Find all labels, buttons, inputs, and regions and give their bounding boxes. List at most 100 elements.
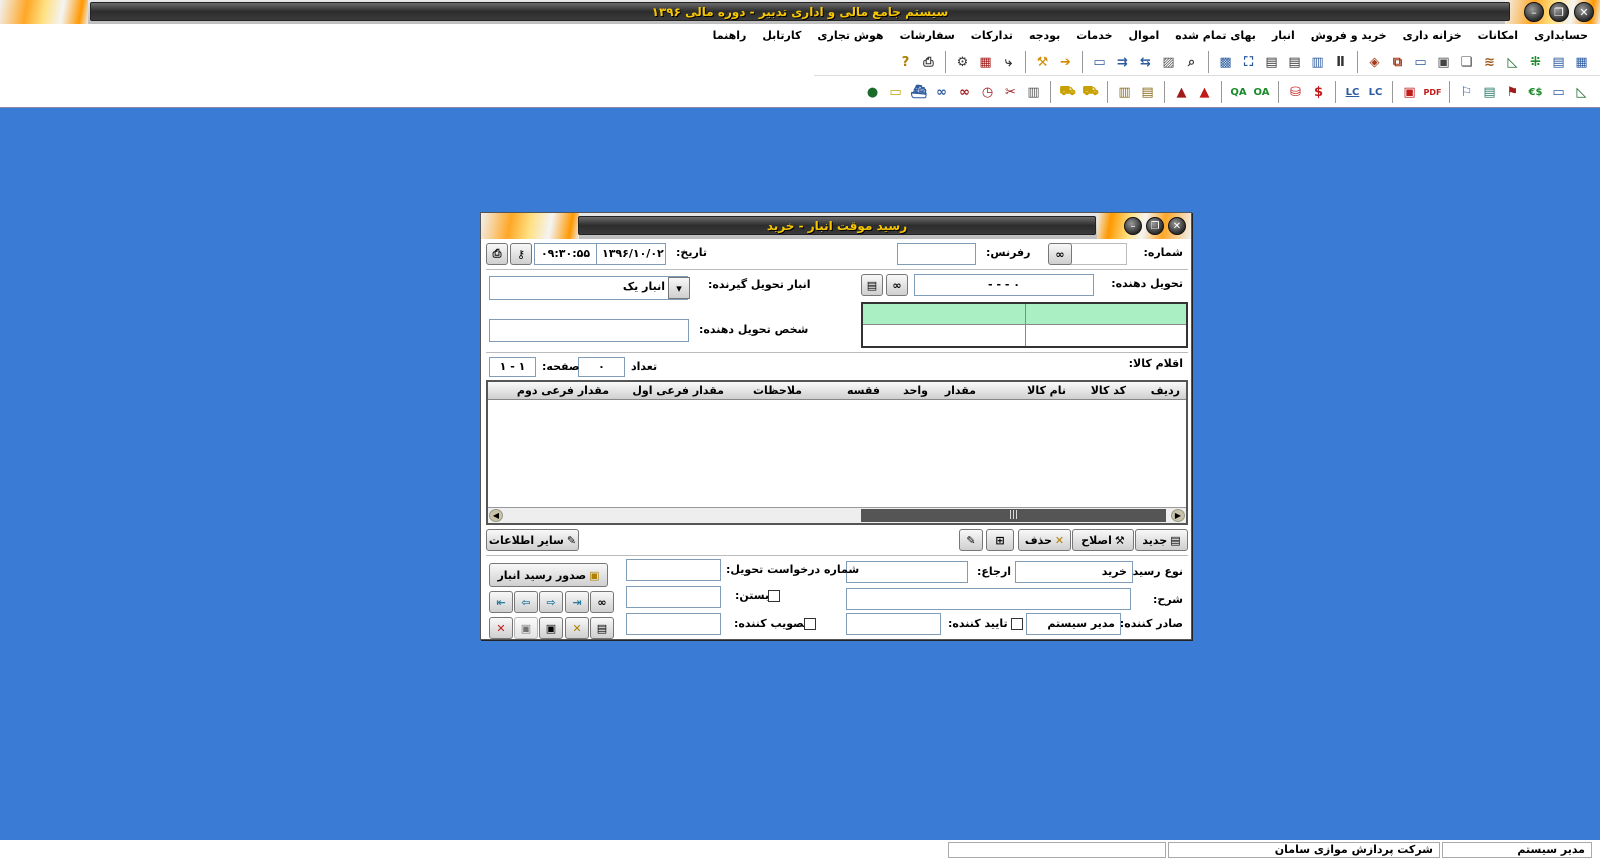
grid-icon[interactable]: ▦ bbox=[1571, 52, 1592, 73]
pyramid2-icon[interactable]: ▲ bbox=[1171, 82, 1192, 103]
last-record-button[interactable]: ⇥ bbox=[565, 591, 589, 613]
list-icon[interactable]: ▤ bbox=[1548, 52, 1569, 73]
date-field[interactable]: ۱۳۹۶/۱۰/۰۲ bbox=[596, 243, 666, 265]
ship-icon[interactable]: ⛴ bbox=[908, 82, 929, 103]
cube-icon[interactable]: ◈ bbox=[1364, 52, 1385, 73]
pdf-icon[interactable]: PDF bbox=[1422, 82, 1443, 103]
menu-business-intelligence[interactable]: هوش تجاری bbox=[809, 29, 891, 42]
deliverer-details-button[interactable]: ▤ bbox=[861, 274, 883, 296]
note-item-button[interactable]: ✎ bbox=[959, 529, 983, 551]
db-icon[interactable]: ▦ bbox=[975, 52, 996, 73]
oa-icon[interactable]: OA bbox=[1251, 82, 1272, 103]
issuer-field[interactable]: مدیر سیستم bbox=[1026, 613, 1121, 635]
table-icon[interactable]: ▥ bbox=[1307, 52, 1328, 73]
col-quantity[interactable]: مقدار bbox=[945, 384, 976, 397]
col-unit[interactable]: واحد bbox=[903, 384, 928, 397]
binoculars-icon[interactable]: ∞ bbox=[954, 82, 975, 103]
reference-field[interactable] bbox=[897, 243, 976, 265]
close-checkbox[interactable] bbox=[768, 590, 780, 602]
col-shelf[interactable]: فقسه bbox=[847, 384, 880, 397]
copy-icon[interactable]: ❏ bbox=[1456, 52, 1477, 73]
chart-icon[interactable]: ◺ bbox=[1502, 52, 1523, 73]
description-field[interactable] bbox=[846, 588, 1131, 610]
col-remarks[interactable]: ملاحظات bbox=[753, 384, 802, 397]
menu-accounting[interactable]: حسابداری bbox=[1526, 29, 1596, 42]
tools-icon[interactable]: ⚒ bbox=[1032, 52, 1053, 73]
restore-icon[interactable]: ❐ bbox=[1146, 217, 1164, 235]
col-row[interactable]: ردیف bbox=[1151, 384, 1180, 397]
pyramid-icon[interactable]: ▲ bbox=[1194, 82, 1215, 103]
image-icon[interactable]: ▩ bbox=[1215, 52, 1236, 73]
tree-icon[interactable]: ⁜ bbox=[1525, 52, 1546, 73]
print-button[interactable]: ⎙ bbox=[486, 243, 508, 265]
flag-icon[interactable]: ⚑ bbox=[1502, 82, 1523, 103]
restore-icon[interactable]: ❐ bbox=[1549, 2, 1569, 22]
issue-receipt-button[interactable]: ▣ صدور رسید انبار bbox=[489, 563, 608, 587]
save-button[interactable]: ▣ bbox=[539, 617, 563, 639]
money-icon[interactable]: $€ bbox=[1525, 82, 1546, 103]
arrows-icon[interactable]: ⇆ bbox=[1135, 52, 1156, 73]
print-icon[interactable]: ⎙ bbox=[918, 52, 939, 73]
col-item-name[interactable]: نام کالا bbox=[1027, 384, 1066, 397]
export-icon[interactable]: ⤷ bbox=[998, 52, 1019, 73]
first-record-button[interactable]: ⇤ bbox=[489, 591, 513, 613]
ledger-icon[interactable]: ▤ bbox=[1137, 82, 1158, 103]
search-icon[interactable]: ⌕ bbox=[1181, 52, 1202, 73]
search-number-button[interactable]: ∞ bbox=[1048, 243, 1072, 265]
clock-icon[interactable]: ◷ bbox=[977, 82, 998, 103]
delete-record-button[interactable]: ✕ bbox=[565, 617, 589, 639]
menu-help[interactable]: راهنما bbox=[705, 29, 755, 42]
receiving-warehouse-select[interactable]: انبار یک bbox=[489, 276, 688, 300]
pdf2-icon[interactable]: ▣ bbox=[1399, 82, 1420, 103]
menu-assets[interactable]: اموال bbox=[1121, 29, 1168, 42]
items-grid[interactable]: ردیف کد کالا نام کالا مقدار واحد فقسه مل… bbox=[486, 380, 1188, 525]
previous-record-button[interactable]: ⇦ bbox=[514, 591, 538, 613]
menu-treasury[interactable]: خزانه داری bbox=[1395, 29, 1470, 42]
lc-text-icon[interactable]: LC bbox=[1365, 82, 1386, 103]
col-sub-quantity-2[interactable]: مقدار فرعی دوم bbox=[517, 384, 609, 397]
col-sub-quantity-1[interactable]: مقدار فرعی اول bbox=[632, 384, 724, 397]
cash-icon[interactable]: ⛁ bbox=[1285, 82, 1306, 103]
columns-icon[interactable]: Ⅱ bbox=[1330, 52, 1351, 73]
scrollbar-thumb[interactable]: ||| bbox=[861, 509, 1166, 522]
book-icon[interactable]: ▥ bbox=[1023, 82, 1044, 103]
doc2-icon[interactable]: ▨ bbox=[1158, 52, 1179, 73]
extra-field-1[interactable] bbox=[626, 586, 721, 608]
dropdown-arrow-icon[interactable]: ▾ bbox=[668, 277, 690, 299]
confirmer-checkbox[interactable] bbox=[1011, 618, 1023, 630]
forward-icon[interactable]: ➔ bbox=[1055, 52, 1076, 73]
lookup-button[interactable]: ⚷ bbox=[510, 243, 532, 265]
return-field[interactable] bbox=[846, 561, 968, 583]
binoculars2-icon[interactable]: ∞ bbox=[931, 82, 952, 103]
search-deliverer-button[interactable]: ∞ bbox=[886, 274, 908, 296]
bus-icon[interactable]: ▭ bbox=[885, 82, 906, 103]
menu-warehouse[interactable]: انبار bbox=[1264, 29, 1303, 42]
split-item-button[interactable]: ⊞ bbox=[986, 529, 1014, 551]
close-icon[interactable]: ✕ bbox=[1574, 2, 1594, 22]
col-item-code[interactable]: کد کالا bbox=[1091, 384, 1126, 397]
doc-icon[interactable]: ▣ bbox=[1433, 52, 1454, 73]
scroll-left-icon[interactable]: ◀ bbox=[489, 509, 503, 522]
list2-icon[interactable]: ▤ bbox=[1284, 52, 1305, 73]
minimize-icon[interactable]: – bbox=[1124, 217, 1142, 235]
delivering-person-field[interactable] bbox=[489, 319, 689, 342]
pallet-icon[interactable]: ▤ bbox=[1479, 82, 1500, 103]
menu-budget[interactable]: بودجه bbox=[1021, 29, 1068, 42]
ledger2-icon[interactable]: ▥ bbox=[1114, 82, 1135, 103]
new-item-button[interactable]: ▤ جدید bbox=[1135, 529, 1188, 551]
grid-horizontal-scrollbar[interactable]: ◀ ||| ▶ bbox=[488, 507, 1186, 523]
confirmer-field[interactable] bbox=[846, 613, 941, 635]
dollar-icon[interactable]: $ bbox=[1308, 82, 1329, 103]
frame-icon[interactable]: ⛶ bbox=[1238, 52, 1259, 73]
windows-icon[interactable]: ⧉ bbox=[1387, 52, 1408, 73]
deliverer-field[interactable]: - - - ۰ bbox=[914, 274, 1094, 296]
menu-purchase-sales[interactable]: خرید و فروش bbox=[1303, 29, 1395, 42]
minimize-icon[interactable]: – bbox=[1524, 2, 1544, 22]
menu-facilities[interactable]: امکانات bbox=[1470, 29, 1526, 42]
time-field[interactable]: ۰۹:۳۰:۵۵ bbox=[534, 243, 597, 265]
settings-icon[interactable]: ⚙ bbox=[952, 52, 973, 73]
qa-icon[interactable]: QA bbox=[1228, 82, 1249, 103]
approver-field[interactable] bbox=[626, 613, 721, 635]
approver-checkbox[interactable] bbox=[804, 618, 816, 630]
stack-icon[interactable]: ≋ bbox=[1479, 52, 1500, 73]
